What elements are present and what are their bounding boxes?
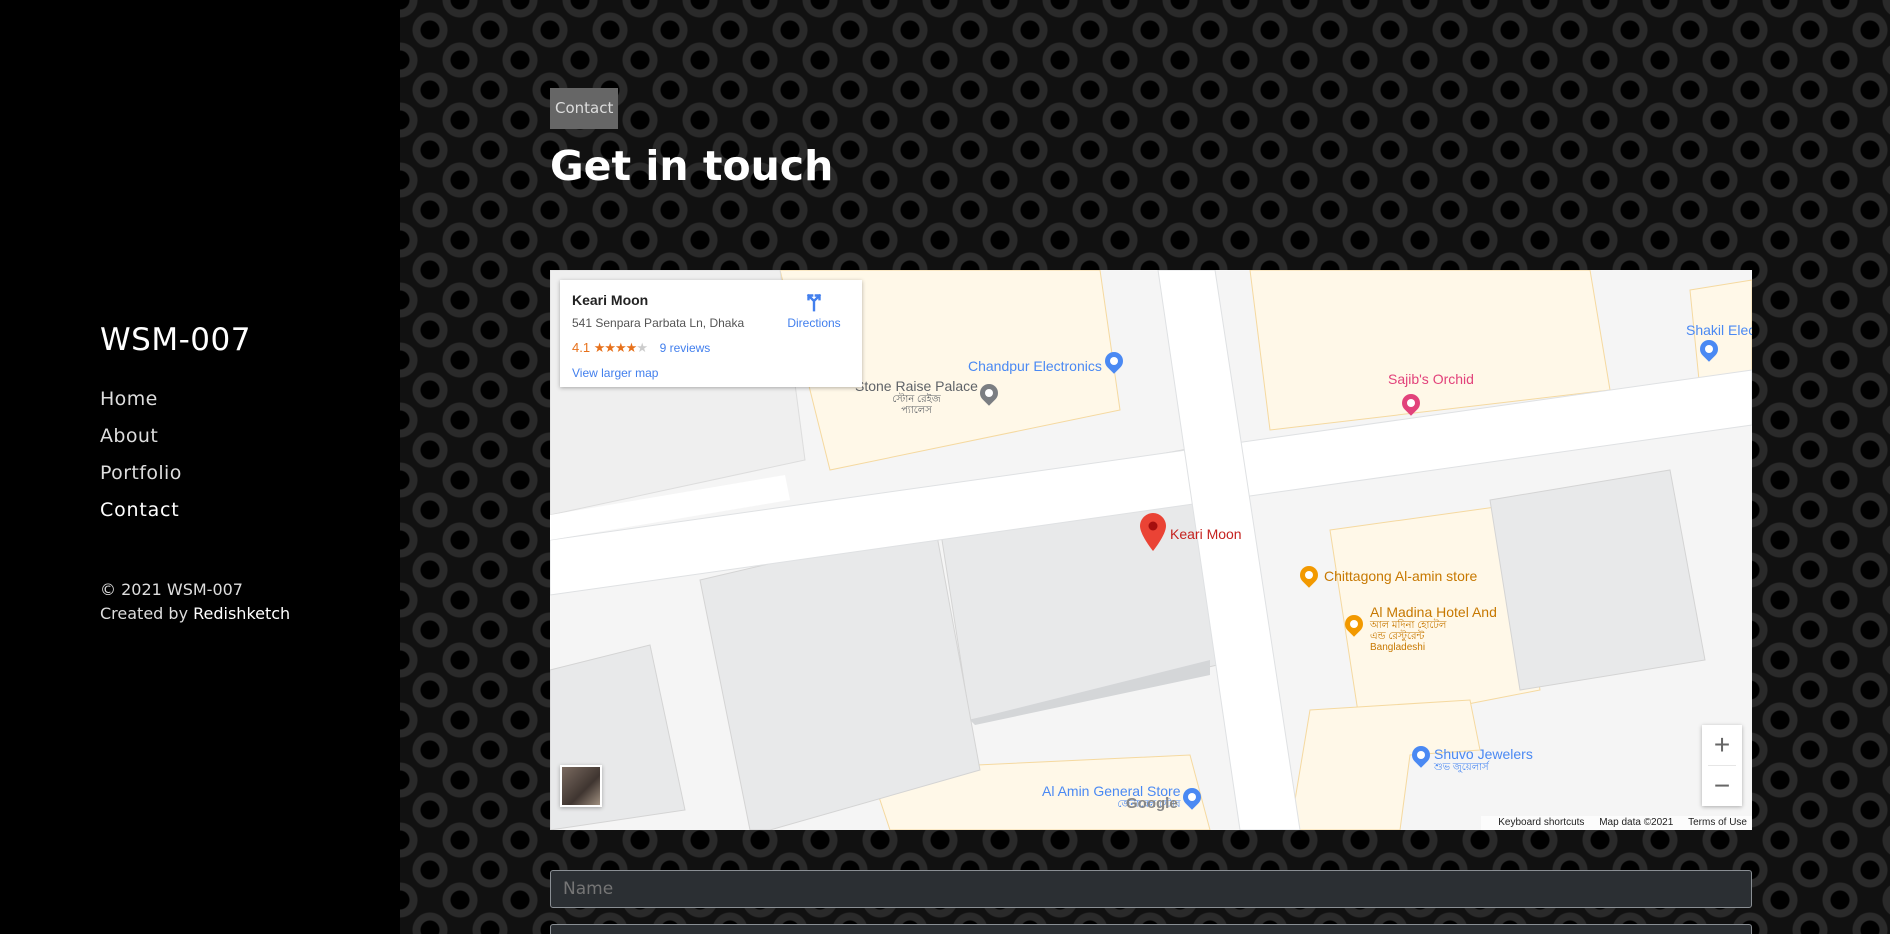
- nav-item-about[interactable]: About: [100, 425, 182, 462]
- zoom-in-button[interactable]: +: [1702, 725, 1742, 765]
- name-field[interactable]: [550, 870, 1752, 908]
- main-content: Contact Get in touch Chandpur Electronic…: [400, 0, 1890, 934]
- copyright-text: © 2021 WSM-007: [100, 580, 243, 599]
- place-subtitle: স্টোন রেইজ: [892, 394, 941, 405]
- place-chandpur-electronics[interactable]: Chandpur Electronics: [968, 358, 1102, 374]
- directions-button[interactable]: Directions: [784, 290, 844, 330]
- view-larger-map-link[interactable]: View larger map: [572, 366, 850, 380]
- place-al-madina-hotel[interactable]: Al Madina Hotel And আল মদিনা হোটেল এন্ড …: [1370, 604, 1497, 653]
- map-place-card: Keari Moon 541 Senpara Parbata Ln, Dhaka…: [560, 280, 862, 387]
- place-keari-moon[interactable]: Keari Moon: [1170, 526, 1242, 542]
- sidebar-footer: © 2021 WSM-007 Created by Redishketch: [100, 578, 290, 626]
- author-link[interactable]: Redishketch: [193, 604, 290, 623]
- nav-item-contact[interactable]: Contact: [100, 499, 182, 536]
- zoom-out-button[interactable]: −: [1702, 766, 1742, 806]
- street-view-thumbnail[interactable]: [560, 765, 602, 807]
- created-by-label: Created by: [100, 604, 189, 623]
- brand-title[interactable]: WSM-007: [100, 322, 251, 358]
- place-stone-raise-palace[interactable]: Stone Raise Palace স্টোন রেইজ প্যালেস: [855, 378, 978, 416]
- email-field[interactable]: [550, 924, 1752, 934]
- place-sajibs-orchid[interactable]: Sajib's Orchid: [1388, 371, 1474, 387]
- place-subtitle: আল মদিনা হোটেল: [1370, 620, 1447, 631]
- directions-label: Directions: [787, 316, 841, 330]
- created-by-line: Created by Redishketch: [100, 602, 290, 626]
- section-badge: Contact: [550, 88, 619, 129]
- place-name: Shuvo Jewelers: [1434, 746, 1533, 762]
- google-logo: Google: [1126, 795, 1178, 812]
- rating-stars-icon: ★★★★: [593, 340, 638, 355]
- rating-empty-star-icon: ★: [636, 340, 648, 355]
- map-attribution: Keyboard shortcuts Map data ©2021 Terms …: [1481, 816, 1752, 830]
- reviews-link[interactable]: 9 reviews: [660, 341, 711, 355]
- place-card-rating: 4.1 ★★★★★ 9 reviews: [572, 340, 850, 356]
- place-chittagong-alamin-store[interactable]: Chittagong Al-amin store: [1324, 568, 1477, 584]
- place-subtitle: Bangladeshi: [1370, 642, 1426, 653]
- map-data-text: Map data ©2021: [1599, 817, 1674, 828]
- nav-item-portfolio[interactable]: Portfolio: [100, 462, 182, 499]
- place-subtitle: প্যালেস: [901, 405, 932, 416]
- keyboard-shortcuts-link[interactable]: Keyboard shortcuts: [1498, 817, 1584, 828]
- place-subtitle: শুভ জুয়েলার্স: [1434, 762, 1489, 773]
- page-title: Get in touch: [550, 142, 834, 190]
- terms-of-use-link[interactable]: Terms of Use: [1688, 817, 1747, 828]
- rating-value: 4.1: [572, 340, 591, 355]
- location-pin-icon[interactable]: [1140, 513, 1166, 551]
- zoom-controls: + −: [1702, 725, 1742, 806]
- sidebar: WSM-007 Home About Portfolio Contact © 2…: [0, 0, 400, 934]
- place-subtitle: এন্ড রেস্টুরেন্ট: [1370, 631, 1425, 642]
- place-shuvo-jewelers[interactable]: Shuvo Jewelers শুভ জুয়েলার্স: [1434, 746, 1533, 773]
- place-name: Stone Raise Palace: [855, 378, 978, 394]
- place-name: Al Madina Hotel And: [1370, 604, 1497, 620]
- nav-item-home[interactable]: Home: [100, 388, 182, 425]
- main-nav: Home About Portfolio Contact: [100, 388, 182, 536]
- directions-icon: [806, 293, 822, 312]
- place-shakil-elec[interactable]: Shakil Elec: [1686, 322, 1752, 338]
- google-map[interactable]: Chandpur Electronics Stone Raise Palace …: [550, 270, 1752, 830]
